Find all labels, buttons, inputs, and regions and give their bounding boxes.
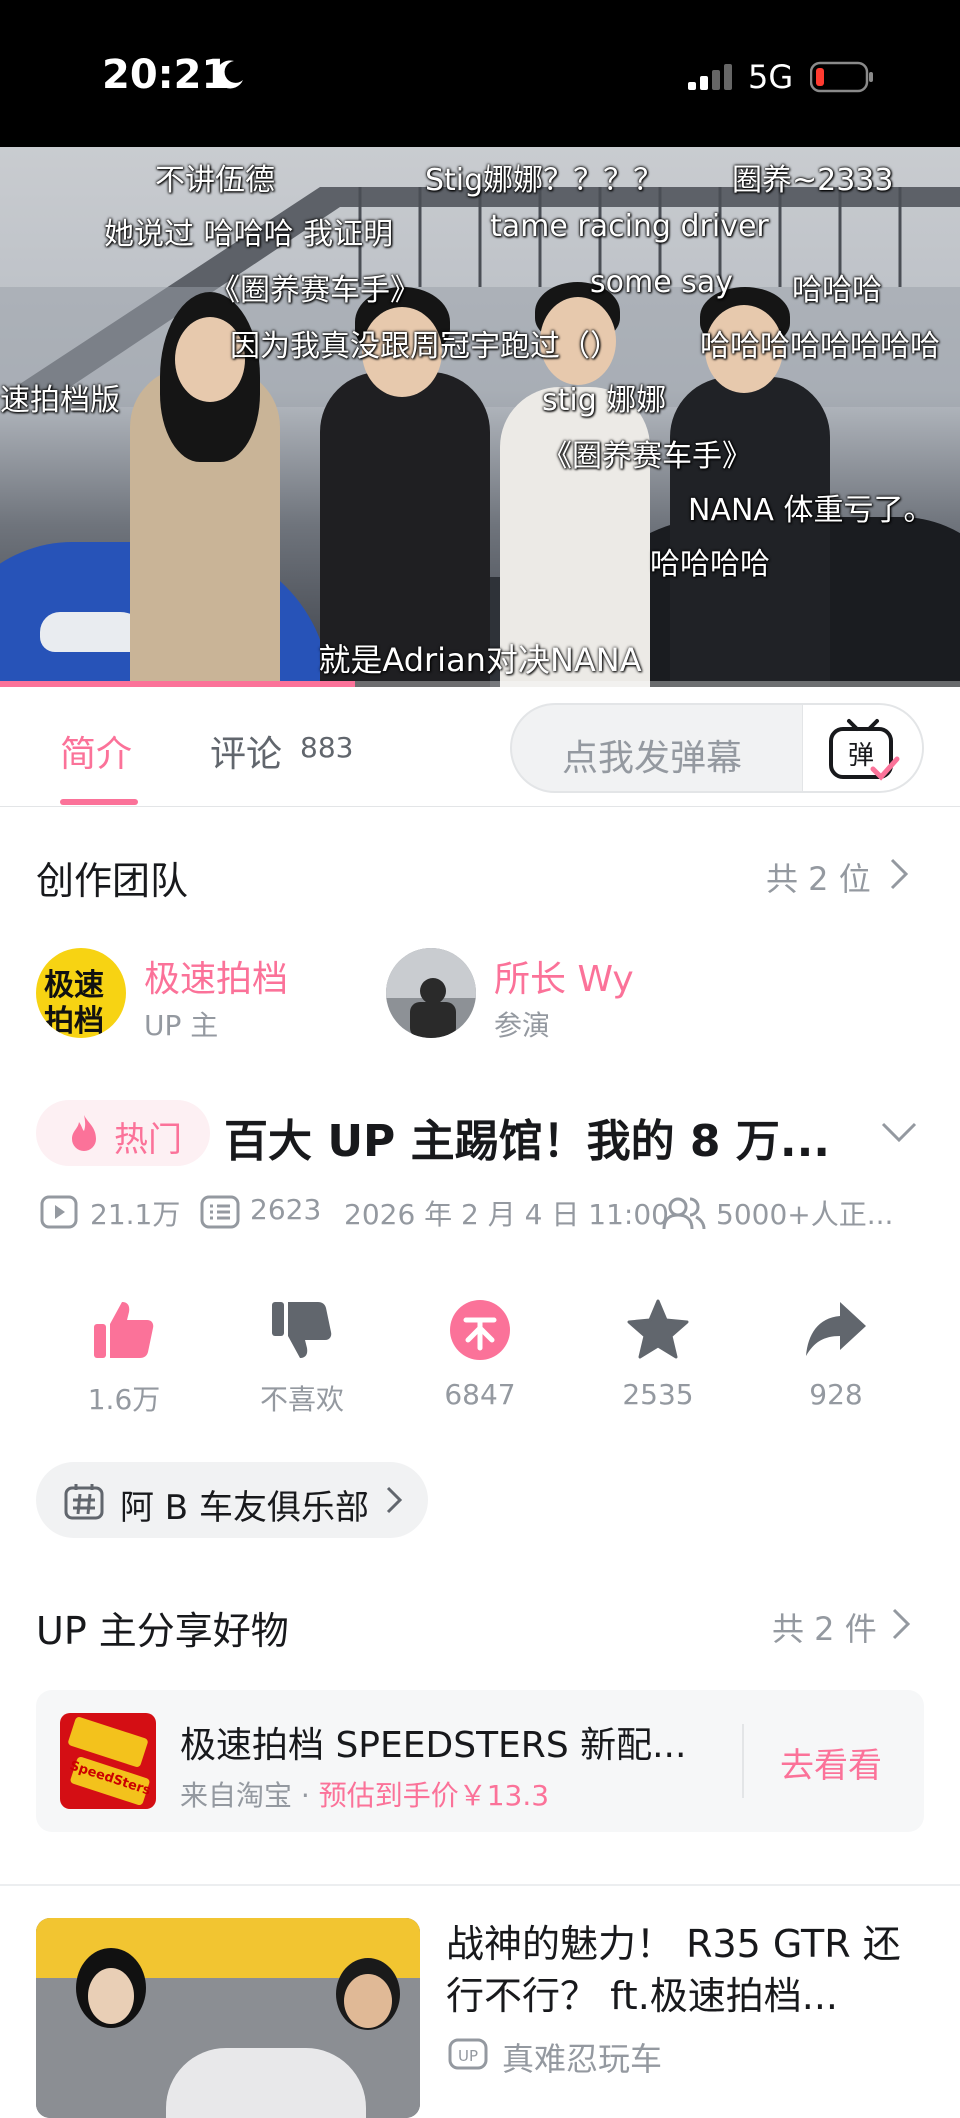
- video-title[interactable]: 百大 UP 主踢馆！我的 8 万...: [224, 1105, 830, 1169]
- danmaku-item: 哈哈哈哈: [650, 547, 770, 582]
- chevron-down-icon[interactable]: [880, 1120, 918, 1144]
- share-count: 928: [809, 1378, 863, 1411]
- chevron-right-icon[interactable]: [890, 1606, 912, 1642]
- danmaku-item: tame racing driver: [490, 209, 769, 244]
- goods-divider: [742, 1724, 744, 1798]
- watching-icon: [662, 1197, 706, 1230]
- chevron-right-icon[interactable]: [888, 856, 910, 892]
- danmaku-tv-icon: 弹: [829, 719, 900, 781]
- danmaku-count-icon: [200, 1195, 240, 1229]
- creator-role: UP 主: [144, 1009, 219, 1042]
- creator-avatar[interactable]: 极速 拍档: [36, 948, 126, 1038]
- related-video-author[interactable]: 真难忍玩车: [502, 2034, 662, 2080]
- goods-thumbnail: SpeedSters: [60, 1713, 156, 1809]
- battery-icon: [810, 61, 873, 93]
- related-video-title[interactable]: 战神的魅力！ R35 GTR 还行不行？ ft.极速拍档...: [446, 1918, 926, 2022]
- team-more-link[interactable]: 共 2 位: [766, 854, 871, 900]
- signal-icon: [688, 64, 732, 90]
- hot-badge[interactable]: 热门: [36, 1100, 210, 1166]
- goods-card[interactable]: SpeedSters 极速拍档 SPEEDSTERS 新配... 来自淘宝 · …: [36, 1690, 924, 1832]
- danmaku-placeholder: 点我发弹幕: [562, 738, 743, 779]
- fire-icon: [72, 1115, 96, 1151]
- tab-intro[interactable]: 简介: [60, 725, 132, 777]
- hashtag-icon: [64, 1484, 104, 1520]
- danmaku-item: 哈哈哈: [792, 273, 882, 308]
- like-count: 1.6万: [87, 1383, 161, 1416]
- creator-name[interactable]: 极速拍档: [144, 950, 288, 1002]
- video-player[interactable]: 不讲伍德 Stig娜娜？？？？ 圈养~2333 她说过 哈哈哈 我证明 tame…: [0, 147, 960, 687]
- svg-text:弹: 弹: [848, 741, 874, 771]
- share-icon[interactable]: [804, 1298, 868, 1362]
- danmaku-item: 圈养~2333: [732, 163, 894, 198]
- creator-avatar[interactable]: [386, 948, 476, 1038]
- tag-label: 阿 B 车友俱乐部: [120, 1488, 369, 1528]
- goods-price: 预估到手价￥13.3: [318, 1779, 550, 1812]
- goods-more-link[interactable]: 共 2 件: [772, 1604, 877, 1650]
- danmaku-count: 2623: [250, 1193, 322, 1226]
- goods-view-button[interactable]: 去看看: [780, 1738, 882, 1787]
- danmaku-item: 哈哈哈哈哈哈哈哈: [700, 329, 940, 364]
- svg-text:UP: UP: [458, 2047, 478, 2065]
- related-video-thumbnail[interactable]: [36, 1918, 420, 2118]
- creator-role: 参演: [494, 1009, 551, 1042]
- up-badge-icon: UP: [448, 2038, 488, 2070]
- goods-source: 来自淘宝 · 预估到手价￥13.3: [180, 1779, 550, 1812]
- star-icon[interactable]: [626, 1298, 690, 1362]
- tab-active-indicator: [60, 799, 138, 805]
- goods-section-title: UP 主分享好物: [36, 1609, 289, 1653]
- danmaku-item: stig 娜娜: [542, 383, 667, 418]
- team-section-title: 创作团队: [36, 859, 189, 903]
- network-label: 5G: [748, 58, 794, 96]
- coin-count: 6847: [444, 1378, 516, 1411]
- coin-icon[interactable]: [448, 1298, 512, 1362]
- favorite-count: 2535: [622, 1378, 694, 1411]
- tab-bar: 简介 评论 883 点我发弹幕 弹: [0, 687, 960, 807]
- danmaku-item: 她说过 哈哈哈 我证明: [104, 217, 394, 252]
- status-time: 20:21: [102, 52, 230, 98]
- dislike-icon[interactable]: [270, 1298, 334, 1362]
- chevron-right-icon: [386, 1486, 403, 1514]
- watching-count: 5000+人正...: [716, 1198, 894, 1231]
- danmaku-item: 不讲伍德: [155, 163, 275, 198]
- tab-comments[interactable]: 评论: [210, 725, 282, 777]
- danmaku-item: 《圈养赛车手》: [210, 273, 420, 308]
- video-subtitle: 就是Adrian对决NANA: [318, 641, 642, 679]
- danmaku-item: 《圈养赛车手》: [542, 439, 752, 474]
- publish-time: 2026 年 2 月 4 日 11:00: [344, 1198, 669, 1231]
- danmaku-item: 速拍档版: [0, 383, 120, 418]
- status-bar: 20:21 5G: [0, 0, 960, 147]
- danmaku-item: Stig娜娜？？？？: [425, 163, 664, 198]
- goods-title: 极速拍档 SPEEDSTERS 新配...: [180, 1725, 687, 1766]
- comments-count: 883: [300, 731, 354, 764]
- section-divider: [0, 1884, 960, 1886]
- creator-name[interactable]: 所长 Wy: [494, 950, 634, 1002]
- danmaku-input[interactable]: 点我发弹幕 弹: [510, 703, 924, 793]
- tag-chip[interactable]: 阿 B 车友俱乐部: [36, 1462, 428, 1538]
- danmaku-item: NANA 体重亏了。: [688, 493, 934, 528]
- play-count-icon: [40, 1195, 78, 1229]
- like-icon[interactable]: [92, 1298, 156, 1362]
- danmaku-item: some say: [590, 265, 733, 300]
- dislike-label: 不喜欢: [259, 1383, 344, 1416]
- hot-label: 热门: [114, 1120, 182, 1160]
- avatar-text: 拍档: [44, 1004, 104, 1038]
- danmaku-item: 因为我真没跟周冠宇跑过（）: [230, 329, 620, 364]
- moon-icon: [216, 60, 243, 89]
- view-count: 21.1万: [90, 1198, 181, 1231]
- danmaku-toggle-button[interactable]: 弹: [802, 705, 922, 791]
